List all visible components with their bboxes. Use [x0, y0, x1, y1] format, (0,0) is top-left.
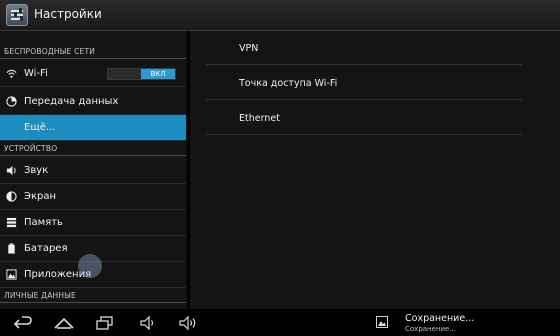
- wireless-more-pane: VPN Точка доступа Wi-Fi Ethernet: [190, 31, 560, 309]
- wifi-label: Wi-Fi: [24, 68, 48, 79]
- header-item-more[interactable]: Ещё...: [0, 115, 186, 141]
- sound-label: Звук: [24, 165, 49, 176]
- wifi-toggle[interactable]: ВКЛ: [107, 68, 176, 80]
- apps-icon: [6, 269, 17, 280]
- display-brightness-icon: [6, 191, 17, 202]
- pref-item-hotspot[interactable]: Точка доступа Wi-Fi: [206, 66, 522, 100]
- hotspot-label: Точка доступа Wi-Fi: [239, 78, 338, 89]
- system-bar: [0, 309, 560, 336]
- display-label: Экран: [24, 191, 57, 202]
- speaker-icon: [6, 165, 16, 176]
- header-item-sound[interactable]: Звук: [0, 158, 186, 184]
- app-title: Настройки: [34, 7, 102, 21]
- notification-title[interactable]: Сохранение...: [405, 313, 474, 324]
- header-item-data-usage[interactable]: Передача данных: [0, 89, 186, 115]
- volume-up-icon[interactable]: [177, 314, 199, 332]
- back-icon[interactable]: [12, 314, 34, 332]
- section-header-wireless: БЕСПРОВОДНЫЕ СЕТИ: [0, 45, 186, 59]
- notification-subtitle: Сохранение...: [405, 325, 457, 333]
- section-header-personal: ЛИЧНЫЕ ДАННЫЕ: [0, 289, 186, 303]
- ethernet-label: Ethernet: [239, 113, 280, 124]
- watermark-logo: [78, 254, 102, 278]
- vpn-label: VPN: [239, 43, 259, 54]
- header-item-display[interactable]: Экран: [0, 184, 186, 210]
- home-icon[interactable]: [52, 314, 76, 332]
- action-bar: Настройки: [0, 0, 560, 31]
- more-label: Ещё...: [24, 122, 56, 133]
- data-usage-icon: [6, 96, 17, 107]
- storage-icon: [6, 217, 17, 228]
- wifi-icon: [6, 69, 17, 78]
- data-usage-label: Передача данных: [24, 96, 119, 107]
- volume-down-icon[interactable]: [138, 314, 158, 332]
- section-header-device: УСТРОЙСТВО: [0, 142, 186, 156]
- battery-icon: [8, 243, 15, 254]
- pref-item-vpn[interactable]: VPN: [206, 31, 522, 65]
- screenshot-image-icon[interactable]: [376, 316, 388, 328]
- storage-label: Память: [24, 217, 63, 228]
- header-item-storage[interactable]: Память: [0, 210, 186, 236]
- settings-app-icon[interactable]: [6, 4, 28, 26]
- header-item-wifi[interactable]: Wi-Fi ВКЛ: [0, 61, 186, 87]
- recent-apps-icon[interactable]: [94, 314, 116, 332]
- battery-label: Батарея: [24, 243, 68, 254]
- wifi-toggle-on: ВКЛ: [141, 69, 175, 79]
- pref-item-ethernet[interactable]: Ethernet: [206, 101, 522, 135]
